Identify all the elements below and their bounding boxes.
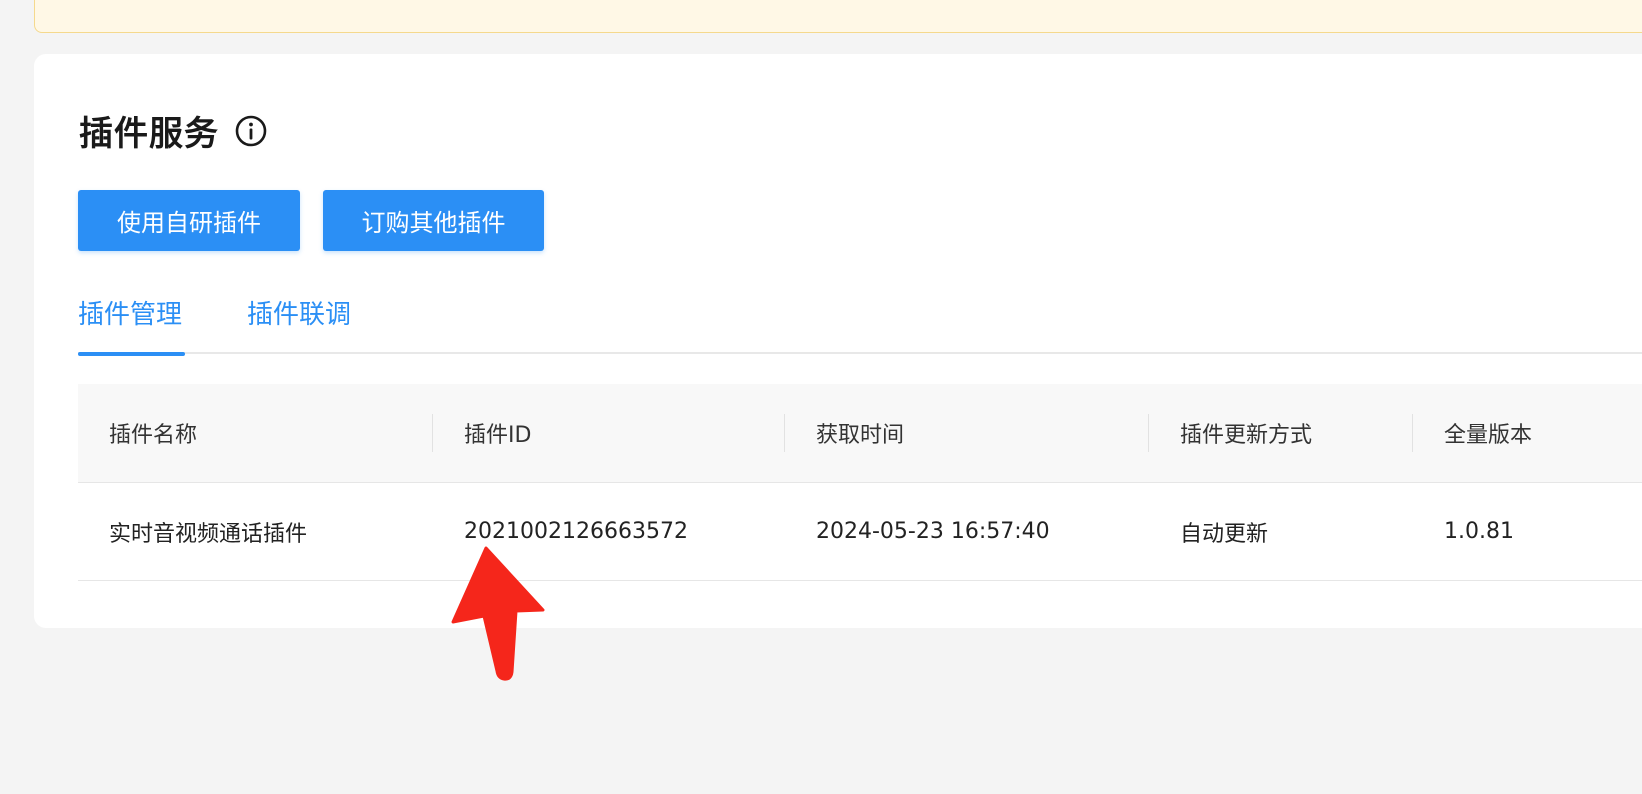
notice-banner [34, 0, 1642, 33]
table-header-row: 插件名称 插件ID 获取时间 插件更新方式 全量版本 [78, 384, 1642, 483]
column-divider [432, 414, 433, 452]
annotation-arrow-icon [451, 546, 545, 681]
column-header-acquired-time: 获取时间 [816, 423, 905, 448]
cell-plugin-name: 实时音视频通话插件 [109, 521, 308, 547]
order-other-plugin-button[interactable]: 订购其他插件 [323, 190, 544, 251]
page-title-text: 插件服务 [79, 114, 219, 154]
cell-update-mode: 自动更新 [1180, 521, 1269, 547]
column-divider [784, 414, 785, 452]
info-circle-icon[interactable] [235, 115, 267, 147]
active-tab-indicator [78, 352, 185, 356]
tab-plugin-management[interactable]: 插件管理 [78, 294, 185, 356]
tab-plugin-management-label: 插件管理 [78, 300, 183, 330]
page-title: 插件服务 [79, 106, 267, 155]
table-row[interactable]: 实时音视频通话插件 2021002126663572 2024-05-23 16… [78, 483, 1642, 581]
cell-full-version: 1.0.81 [1444, 519, 1514, 544]
column-header-update-mode: 插件更新方式 [1180, 423, 1313, 448]
plugin-service-card: 插件服务 使用自研插件 订购其他插件 插件管理 插件联调 插件名称 插件ID 获… [34, 54, 1642, 628]
cell-acquired-time: 2024-05-23 16:57:40 [816, 519, 1050, 544]
use-own-plugin-button[interactable]: 使用自研插件 [78, 190, 300, 251]
column-header-plugin-name: 插件名称 [109, 423, 198, 448]
column-divider [1148, 414, 1149, 452]
tab-plugin-debugging[interactable]: 插件联调 [247, 294, 351, 354]
tab-bar: 插件管理 插件联调 [78, 286, 1642, 356]
column-header-full-version: 全量版本 [1444, 423, 1533, 448]
plugin-table: 插件名称 插件ID 获取时间 插件更新方式 全量版本 实时音视频通话插件 202… [78, 384, 1642, 581]
column-divider [1412, 414, 1413, 452]
tab-plugin-debugging-label: 插件联调 [247, 300, 352, 330]
column-header-plugin-id: 插件ID [464, 423, 532, 448]
